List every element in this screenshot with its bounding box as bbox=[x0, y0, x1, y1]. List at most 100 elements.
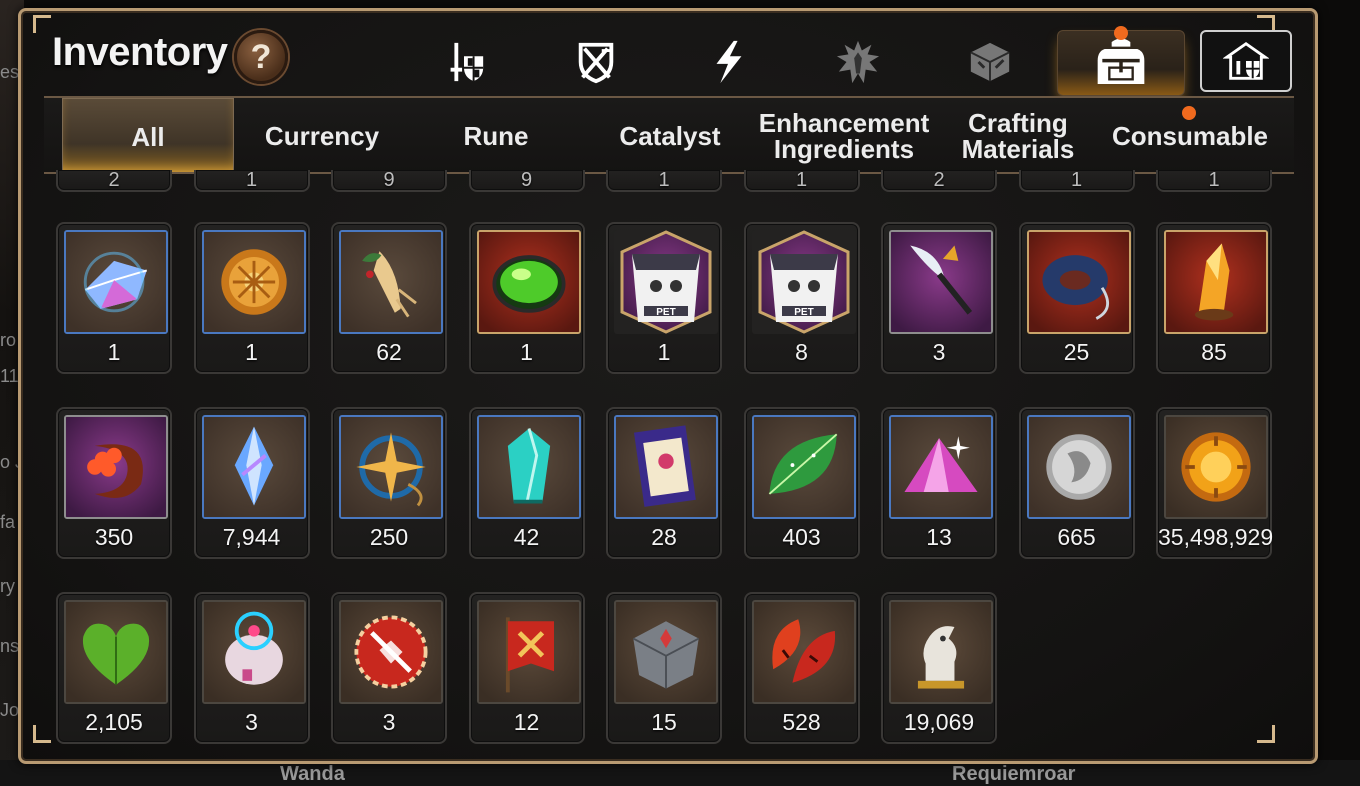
inventory-slot[interactable]: PET 1 bbox=[606, 222, 722, 374]
item-count: 1 bbox=[520, 339, 533, 365]
inventory-slot[interactable]: 12 bbox=[468, 592, 585, 744]
inventory-slot-partial[interactable]: 2 bbox=[56, 169, 172, 192]
inventory-slot[interactable]: 1 bbox=[468, 222, 585, 374]
inventory-slot[interactable]: 3 bbox=[193, 592, 310, 744]
item-count: 665 bbox=[1057, 524, 1096, 550]
inventory-slot[interactable]: 1 bbox=[56, 222, 172, 374]
svg-text:PET: PET bbox=[794, 307, 813, 318]
inventory-slot[interactable]: 13 bbox=[881, 407, 997, 559]
feather-wand-icon bbox=[889, 230, 993, 334]
star-compass-icon bbox=[339, 415, 443, 519]
red-badge-icon bbox=[339, 600, 443, 704]
inventory-slot-partial[interactable]: 1 bbox=[606, 169, 722, 192]
chess-knight-icon bbox=[889, 600, 993, 704]
inventory-slot[interactable]: 3 bbox=[881, 222, 997, 374]
item-count: 2 bbox=[108, 169, 120, 191]
inventory-slot[interactable]: 528 bbox=[743, 592, 860, 744]
item-count: 28 bbox=[651, 524, 677, 550]
rope-ring-icon bbox=[1026, 230, 1131, 334]
item-count: 1 bbox=[245, 339, 258, 365]
inventory-slot-partial[interactable]: 1 bbox=[1156, 169, 1272, 192]
background-name: Requiemroar bbox=[952, 763, 1076, 785]
item-count: 1 bbox=[245, 169, 258, 191]
inventory-slot[interactable]: 25 bbox=[1018, 222, 1135, 374]
sun-coin-icon bbox=[201, 230, 306, 334]
inventory-slot[interactable]: PET 8 bbox=[743, 222, 860, 374]
item-count: 1 bbox=[658, 169, 670, 191]
teal-crystal-icon bbox=[476, 415, 581, 519]
inventory-slot-partial[interactable]: 9 bbox=[468, 169, 585, 192]
inventory-slot[interactable]: 62 bbox=[331, 222, 447, 374]
inventory-slot[interactable]: 2,105 bbox=[56, 592, 172, 744]
item-count: 35,498,929 bbox=[1158, 524, 1274, 550]
item-count: 42 bbox=[513, 524, 540, 550]
prism-crystal-icon bbox=[64, 230, 168, 334]
inventory-slot[interactable]: 250 bbox=[331, 407, 447, 559]
item-count: 19,069 bbox=[903, 709, 975, 735]
green-orb-icon bbox=[476, 230, 581, 334]
inventory-slot[interactable]: 35,498,929 bbox=[1156, 407, 1274, 559]
svg-text:PET: PET bbox=[656, 307, 675, 318]
item-count: 7,944 bbox=[222, 524, 281, 550]
item-count: 9 bbox=[520, 169, 533, 191]
item-count: 350 bbox=[94, 524, 134, 550]
red-leaves-icon bbox=[751, 600, 856, 704]
frame-corner bbox=[33, 725, 51, 743]
item-count: 12 bbox=[513, 709, 540, 735]
inventory-slot[interactable]: 7,944 bbox=[193, 407, 310, 559]
item-count: 3 bbox=[382, 709, 396, 735]
item-count: 9 bbox=[383, 169, 395, 191]
item-count: 528 bbox=[782, 709, 821, 735]
item-count: 8 bbox=[795, 339, 808, 365]
inventory-slot[interactable]: 15 bbox=[606, 592, 722, 744]
item-count: 1 bbox=[657, 339, 671, 365]
inventory-slot[interactable]: 42 bbox=[468, 407, 585, 559]
gold-coin-icon bbox=[1164, 415, 1268, 519]
item-count: 62 bbox=[376, 339, 402, 365]
background-name: Wanda bbox=[280, 763, 345, 785]
ginseng-root-icon bbox=[339, 230, 443, 334]
item-count: 85 bbox=[1201, 339, 1227, 365]
inventory-grid: 2 1 9 9 1 1 2 1 1 1 1 62 1 PET 1 PET 8 3 25 85 350 7,944 250 42… bbox=[56, 0, 1286, 760]
inventory-slot[interactable]: 665 bbox=[1018, 407, 1135, 559]
inventory-slot-partial[interactable]: 9 bbox=[331, 169, 447, 192]
blue-crystal-icon bbox=[201, 415, 306, 519]
item-count: 3 bbox=[245, 709, 258, 735]
inventory-slot-partial[interactable]: 1 bbox=[193, 169, 310, 192]
item-count: 1 bbox=[107, 339, 121, 365]
inventory-slot-partial[interactable]: 2 bbox=[881, 169, 997, 192]
item-count: 25 bbox=[1063, 339, 1090, 365]
inventory-slot-partial[interactable]: 1 bbox=[743, 169, 860, 192]
item-count: 13 bbox=[926, 524, 952, 550]
flower-crescent-icon bbox=[64, 415, 168, 519]
item-count: 1 bbox=[1070, 169, 1083, 191]
inventory-slot[interactable]: 85 bbox=[1156, 222, 1272, 374]
inventory-slot[interactable]: 19,069 bbox=[881, 592, 997, 744]
pet-pack-icon: PET bbox=[614, 230, 718, 334]
frame-corner bbox=[33, 15, 51, 33]
inventory-slot[interactable]: 3 bbox=[331, 592, 447, 744]
inventory-slot[interactable]: 350 bbox=[56, 407, 172, 559]
war-banner-icon bbox=[476, 600, 581, 704]
inventory-slot[interactable]: 403 bbox=[743, 407, 860, 559]
green-heart-icon bbox=[64, 600, 168, 704]
item-count: 1 bbox=[795, 169, 808, 191]
silver-coin-icon bbox=[1026, 415, 1131, 519]
item-count: 403 bbox=[782, 524, 821, 550]
pink-crystal-icon bbox=[889, 415, 993, 519]
pet-pack-icon: PET bbox=[751, 230, 856, 334]
item-count: 250 bbox=[369, 524, 409, 550]
certificate-card-icon bbox=[614, 415, 718, 519]
green-leaf-icon bbox=[751, 415, 856, 519]
inventory-slot[interactable]: 28 bbox=[606, 407, 722, 559]
item-count: 1 bbox=[1208, 169, 1220, 191]
item-count: 2 bbox=[933, 169, 945, 191]
stone-gem-icon bbox=[614, 600, 718, 704]
amber-crystal-icon bbox=[1164, 230, 1268, 334]
item-count: 2,105 bbox=[85, 709, 143, 735]
inventory-slot-partial[interactable]: 1 bbox=[1018, 169, 1135, 192]
inventory-slot[interactable]: 1 bbox=[193, 222, 310, 374]
item-count: 15 bbox=[651, 709, 677, 735]
item-count: 3 bbox=[932, 339, 946, 365]
robot-pod-icon bbox=[201, 600, 306, 704]
